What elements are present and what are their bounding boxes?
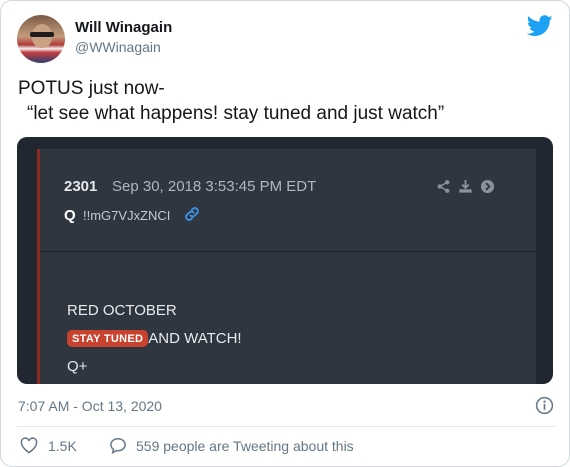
info-icon[interactable] [535, 396, 554, 415]
post-body-line-2-rest: AND WATCH! [148, 330, 242, 347]
reply-icon[interactable] [109, 437, 127, 454]
embed-post: 2301 Sep 30, 2018 3:53:45 PM EDT Q !!mG7… [40, 149, 536, 384]
post-date: Sep 30, 2018 3:53:45 PM EDT [112, 178, 317, 195]
post-body-line-3: Q+ [67, 358, 88, 375]
avatar[interactable] [17, 15, 65, 63]
share-icon [437, 180, 450, 193]
like-count[interactable]: 1.5K [48, 438, 77, 454]
author-handle[interactable]: @WWinagain [75, 39, 161, 55]
post-body-line-1: RED OCTOBER [67, 302, 177, 319]
post-body-line-2: STAY TUNED AND WATCH! [67, 330, 242, 347]
footer-divider [17, 426, 555, 427]
post-author: Q [64, 207, 76, 224]
avatar-glasses [30, 32, 54, 37]
heart-icon[interactable] [20, 437, 38, 454]
tweet-card: Will Winagain @WWinagain POTUS just now-… [0, 0, 570, 467]
tweet-line-1: POTUS just now- [18, 78, 165, 99]
download-icon [459, 179, 472, 193]
go-icon [480, 179, 495, 194]
tweet-line-2: “let see what happens! stay tuned and ju… [27, 103, 445, 124]
embedded-image[interactable]: 2301 Sep 30, 2018 3:53:45 PM EDT Q !!mG7… [17, 137, 553, 384]
twitter-bird-icon[interactable] [527, 15, 553, 37]
tweet-text: POTUS just now- “let see what happens! s… [18, 76, 558, 126]
embed-post-header: 2301 Sep 30, 2018 3:53:45 PM EDT Q !!mG7… [40, 149, 536, 252]
author-name[interactable]: Will Winagain [75, 19, 172, 36]
tweet-timestamp[interactable]: 7:07 AM - Oct 13, 2020 [18, 398, 162, 414]
link-icon [185, 207, 199, 221]
tweeting-about-link[interactable]: 559 people are Tweeting about this [136, 438, 354, 454]
stay-tuned-badge: STAY TUNED [67, 330, 149, 347]
post-tripcode: !!mG7VJxZNCI [83, 208, 171, 223]
post-number: 2301 [64, 178, 98, 195]
